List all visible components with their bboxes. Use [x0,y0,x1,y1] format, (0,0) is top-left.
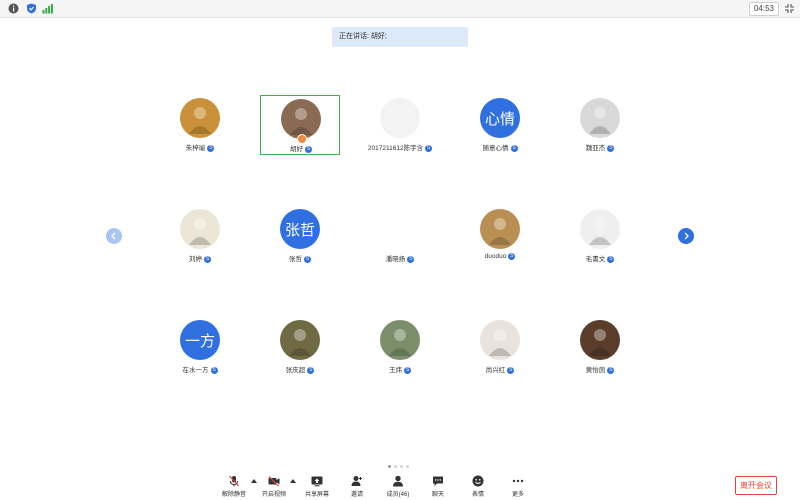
member-status-badge: S [307,366,315,374]
member-status-badge: S [510,144,518,152]
avatar: 一方 [180,320,220,360]
next-page-button[interactable] [678,228,694,244]
participant-tile[interactable]: 尚兴红 S [460,317,540,377]
participant-name-text: 毛書文 [585,256,606,263]
mic-muted-icon [229,475,239,487]
avatar [380,320,420,360]
participant-name: 黄怡茵 S [540,364,660,374]
more-label: 更多 [511,492,524,498]
start-video-button[interactable]: 开启视频 [254,472,294,500]
participant-tile[interactable]: 张庆超 S [260,317,340,377]
participant-tile[interactable]: 刘婷 S [160,206,240,266]
participant-tile[interactable]: 王炜 S [360,317,440,377]
participant-name-text: 随意心情 [482,145,509,152]
participant-tile[interactable]: 黄怡茵 S [560,317,640,377]
participant-name-text: 2017211612陈宇含 [367,145,424,152]
page-dot[interactable] [388,465,391,468]
participant-name-text: 黄怡茵 [585,367,606,374]
member-status-badge: S [508,253,516,260]
invite-button[interactable]: 邀请 [337,472,377,500]
avatar: 张哲 [280,209,320,249]
profile-photo [389,329,411,356]
page-indicator [388,465,412,469]
participant-tile[interactable]: 潘晓扬 S [360,206,440,266]
leave-meeting-button[interactable]: 离开会议 [735,476,777,495]
video-options-caret[interactable] [290,479,296,483]
chevron-left-icon [111,232,116,240]
profile-photo [489,329,511,356]
profile-photo [589,107,611,134]
chat-icon [433,476,443,486]
participant-name-text: 刘婷 [189,256,202,263]
avatar [580,98,620,138]
emoji-icon [472,475,484,487]
profile-photo [589,329,611,356]
participant-name-text: 张庆超 [285,367,306,374]
profile-photo [189,107,211,134]
members-icon [393,475,403,487]
member-status-badge: S [425,144,433,152]
participant-name-text: 张哲 [289,256,302,263]
avatar [280,320,320,360]
avatar [180,209,220,249]
participant-name-text: duoduo [484,253,507,261]
share-screen-icon [311,476,323,487]
participant-name-text: 在水一方 [182,367,209,374]
participant-name-text: 魏亚杰 [585,145,606,152]
member-status-badge: S [207,144,215,152]
participant-name-text: 王炜 [389,367,402,374]
participant-name: 魏亚杰 S [540,142,660,152]
participant-tile[interactable]: duoduo S [460,206,540,266]
participant-tile[interactable]: 心情随意心情 S [460,95,540,155]
avatar [281,99,321,139]
avatar [580,209,620,249]
page-dot[interactable] [406,465,409,468]
prev-page-button[interactable] [106,228,122,244]
member-status-badge: S [304,255,311,263]
participant-tile[interactable]: 胡好 S [260,95,340,155]
invite-icon [351,476,362,486]
page-dot[interactable] [400,465,403,468]
member-status-badge: S [407,255,415,263]
member-status-badge: S [607,255,615,263]
avatar: 心情 [480,98,520,138]
participant-name-text: 尚兴红 [485,367,506,374]
member-status-badge: S [404,366,411,374]
participant-tile[interactable]: 一方在水一方 S [160,317,240,377]
more-icon [512,479,524,483]
participant-tile[interactable]: 魏亚杰 S [560,95,640,155]
participant-tile[interactable]: 张哲 张哲 S [260,206,340,266]
member-status-badge: S [507,366,515,374]
avatar [580,320,620,360]
member-status-badge: S [305,145,312,153]
qrcode-image [383,212,417,246]
profile-photo [289,329,311,356]
participant-tile[interactable]: 毛書文 S [560,206,640,266]
video-off-icon [268,476,280,487]
member-status-badge: S [210,366,218,374]
participant-grid: 朱梓瑜 S 胡好 S 2017211612陈宇含 S 心情 随意心情 S 魏亚杰 S 刘婷 S 张哲 张哲 S… [0,0,800,500]
participant-name-text: 胡好 [290,146,303,153]
participant-name: 毛書文 S [540,253,660,263]
chevron-right-icon [684,232,689,240]
participant-tile[interactable]: 2017211612陈宇含 S [360,95,440,155]
member-status-badge: S [607,144,615,152]
participant-name-text: 朱梓瑜 [185,145,206,152]
avatar [480,209,520,249]
page-dot[interactable] [394,465,397,468]
participant-name-text: 潘晓扬 [385,256,406,263]
profile-photo [290,108,312,135]
member-status-badge: S [204,255,211,263]
more-button[interactable]: 更多 [498,472,538,500]
avatar [180,98,220,138]
avatar [480,320,520,360]
avatar [380,209,420,249]
participant-tile[interactable]: 朱梓瑜 S [160,95,240,155]
profile-photo [489,218,511,245]
profile-photo [589,218,611,245]
meeting-toolbar: 解除静音 开启视频 共享屏幕 邀请 成员(46) 聊天 表情 更多 [0,472,800,500]
avatar [380,98,420,138]
profile-photo [189,218,211,245]
member-status-badge: S [607,366,615,374]
